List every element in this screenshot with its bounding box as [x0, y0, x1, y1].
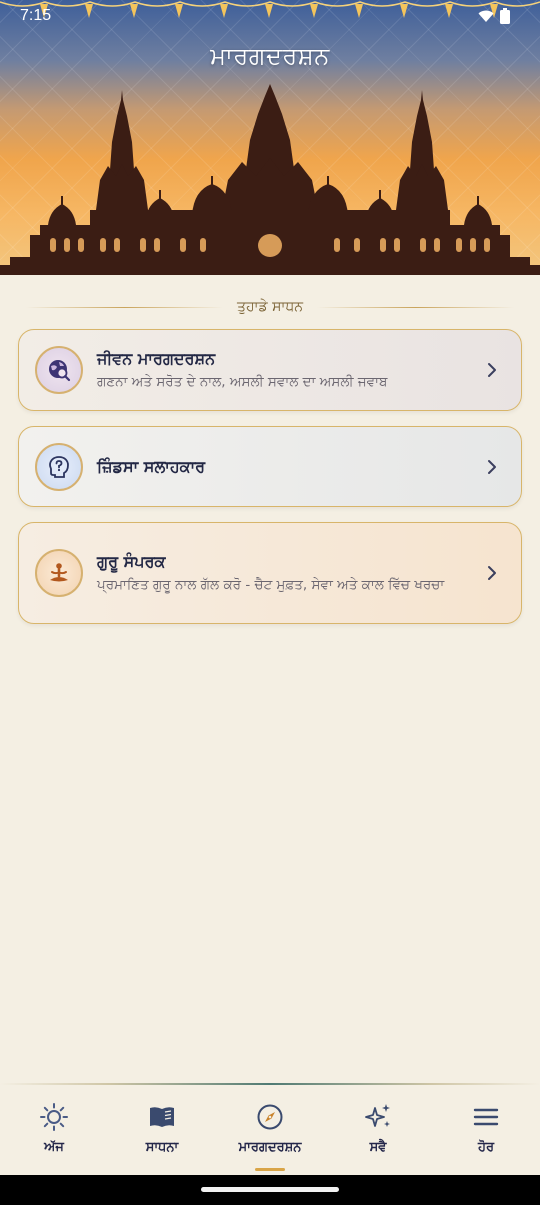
card-title: ਜੀਵਨ ਮਾਰਗਦਰਸ਼ਨ — [97, 348, 216, 368]
sparkles-icon — [365, 1104, 390, 1127]
home-indicator[interactable] — [201, 1187, 339, 1192]
card-subtitle: ਗਣਨਾ ਅਤੇ ਸਰੋਤ ਦੇ ਨਾਲ, ਅਸਲੀ ਸਵਾਲ ਦਾ ਅਸਲੀ … — [97, 373, 388, 390]
divider-right — [317, 306, 515, 308]
active-indicator — [255, 1168, 285, 1171]
card-advisor[interactable]: ਜ਼ਿੰਡਸਾ ਸਲਾਹਕਾਰ — [18, 426, 522, 507]
chevron-right-icon — [488, 363, 496, 377]
card-guru-contact[interactable]: ਗੁਰੂ ਸੰਪਰਕ ਪ੍ਰਮਾਣਿਤ ਗੁਰੂ ਨਾਲ ਗੱਲ ਕਰੋ - ਚ… — [18, 522, 522, 624]
nav-item-today[interactable]: ਅੱਜ — [0, 1086, 108, 1175]
card-icon-wrap — [35, 442, 83, 491]
battery-icon — [500, 8, 510, 24]
card-life-guidance[interactable]: ਜੀਵਨ ਮਾਰਗਦਰਸ਼ਨ ਗਣਨਾ ਅਤੇ ਸਰੋਤ ਦੇ ਨਾਲ, ਅਸਲ… — [18, 329, 522, 411]
card-title: ਗੁਰੂ ਸੰਪਰਕ — [97, 551, 166, 571]
meditation-icon — [50, 563, 68, 582]
chevron-right-icon — [488, 459, 496, 474]
nav-label: ਮਾਰਗਦਰਸ਼ਨ — [238, 1140, 302, 1155]
status-time: 7:15 — [20, 7, 52, 24]
nav-label: ਸਾਧਨਾ — [145, 1140, 179, 1155]
card-text: ਜ਼ਿੰਡਸਾ ਸਲਾਹਕਾਰ — [97, 457, 471, 477]
nav-item-more[interactable]: ਹੋਰ — [432, 1086, 540, 1175]
temple-silhouette — [0, 84, 540, 275]
section-label: ਤੁਹਾਡੇ ਸਾਧਨ — [237, 299, 304, 315]
card-subtitle: ਪ੍ਰਮਾਣਿਤ ਗੁਰੂ ਨਾਲ ਗੱਲ ਕਰੋ - ਚੈਟ ਮੁਫ਼ਤ, ਸ… — [97, 576, 445, 593]
nav-divider — [0, 1083, 540, 1085]
globe-search-icon — [49, 360, 71, 382]
card-title: ਜ਼ਿੰਡਸਾ ਸਲਾਹਕਾਰ — [97, 456, 206, 476]
card-text: ਗੁਰੂ ਸੰਪਰਕ ਪ੍ਰਮਾਣਿਤ ਗੁਰੂ ਨਾਲ ਗੱਲ ਕਰੋ - ਚ… — [97, 552, 471, 595]
bottom-nav: ਅੱਜ ਸਾਧਨਾ ਮਾਰਗਦਰਸ਼ਨ ਸਵੈ ਹੋਰ — [0, 1086, 540, 1175]
card-icon-wrap — [35, 346, 83, 394]
header-banner: 7:15 ਮਾਰਗਦਰਸ਼ਨ — [0, 0, 540, 275]
page-title: ਮਾਰਗਦਰਸ਼ਨ — [210, 42, 330, 70]
nav-item-self[interactable]: ਸਵੈ — [324, 1086, 432, 1175]
status-icons — [478, 8, 510, 24]
compass-icon — [257, 1104, 283, 1130]
card-icon-wrap — [35, 549, 83, 597]
card-text: ਜੀਵਨ ਮਾਰਗਦਰਸ਼ਨ ਗਣਨਾ ਅਤੇ ਸਰੋਤ ਦੇ ਨਾਲ, ਅਸਲ… — [97, 349, 471, 392]
divider-left — [26, 306, 223, 308]
nav-label: ਸਵੈ — [369, 1140, 387, 1155]
wifi-icon — [478, 10, 494, 22]
nav-label: ਅੱਜ — [44, 1140, 64, 1155]
nav-item-practice[interactable]: ਸਾਧਨਾ — [108, 1086, 216, 1175]
status-bar: 7:15 — [0, 0, 540, 32]
nav-item-guidance[interactable]: ਮਾਰਗਦਰਸ਼ਨ — [216, 1086, 324, 1175]
nav-label: ਹੋਰ — [477, 1140, 495, 1155]
menu-icon — [473, 1108, 499, 1126]
section-header: ਤੁਹਾਡੇ ਸਾਧਨ — [26, 296, 515, 318]
sun-icon — [40, 1103, 68, 1131]
book-icon — [150, 1107, 174, 1127]
head-question-icon — [49, 455, 69, 478]
chevron-right-icon — [488, 566, 496, 580]
